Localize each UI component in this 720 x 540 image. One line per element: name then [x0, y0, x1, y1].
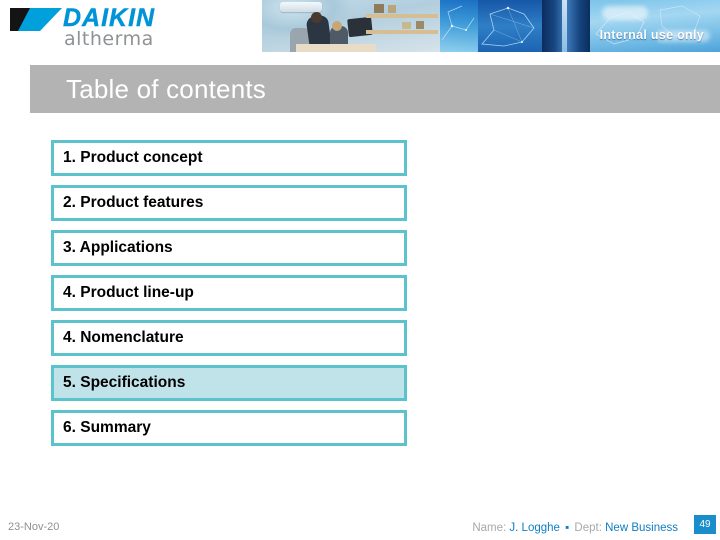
- banner-shelf-box: [374, 4, 384, 13]
- toc-item-3[interactable]: 3. Applications: [51, 230, 407, 266]
- toc-item-4[interactable]: 4. Product line-up: [51, 275, 407, 311]
- page-title: Table of contents: [66, 74, 266, 104]
- banner-monitor: [347, 16, 373, 38]
- daikin-altherma-logo: DAIKIN altherma: [8, 4, 188, 50]
- slide-title-bar: Table of contents: [30, 65, 720, 113]
- page-number-badge: 49: [694, 515, 716, 534]
- banner-network-lines-icon: [441, 5, 475, 41]
- table-of-contents-list: 1. Product concept 2. Product features 3…: [51, 140, 407, 455]
- footer-name-label: Name:: [472, 522, 507, 534]
- toc-item-6-active[interactable]: 5. Specifications: [51, 365, 407, 401]
- footer-dept-label: Dept:: [574, 522, 602, 534]
- banner-shelf-lower: [366, 30, 438, 34]
- toc-item-label: 6. Summary: [63, 419, 151, 436]
- toc-item-5[interactable]: 4. Nomenclature: [51, 320, 407, 356]
- toc-item-7[interactable]: 6. Summary: [51, 410, 407, 446]
- banner-sky-panel-left: [440, 0, 478, 52]
- toc-item-label: 4. Product line-up: [63, 284, 194, 301]
- banner-person-standing-head: [311, 12, 322, 23]
- toc-item-label: 4. Nomenclature: [63, 329, 184, 346]
- banner-shelf-box: [388, 5, 396, 13]
- footer-dept-value: New Business: [605, 522, 678, 534]
- banner-map-outline-icon: [595, 5, 701, 45]
- toc-item-label: 5. Specifications: [63, 374, 186, 391]
- banner-shelf-box: [402, 22, 411, 29]
- banner-office-photo: [262, 0, 440, 52]
- banner-shelf-box: [416, 21, 424, 29]
- banner-world-map-lines-icon: [481, 6, 535, 47]
- header-banner-image: [262, 0, 720, 52]
- footer-separator: ▪: [565, 522, 570, 534]
- toc-item-label: 2. Product features: [63, 194, 204, 211]
- daikin-arrow-mark-icon: [10, 8, 62, 31]
- banner-person-seated-head: [332, 21, 342, 31]
- footer-date: 23-Nov-20: [8, 521, 60, 533]
- footer-name-value: J. Logghe: [509, 522, 560, 534]
- toc-item-1[interactable]: 1. Product concept: [51, 140, 407, 176]
- logo-product-text: altherma: [64, 28, 154, 50]
- banner-air-conditioner: [280, 2, 322, 12]
- banner-shelf-upper: [366, 14, 438, 18]
- slide-header: DAIKIN altherma Internal use only: [0, 0, 720, 53]
- footer-author-info: Name: J. Logghe ▪ Dept: New Business: [472, 522, 678, 534]
- banner-building-photo: [542, 0, 590, 52]
- banner-desk: [296, 44, 376, 52]
- confidentiality-notice: Internal use only: [599, 28, 704, 42]
- toc-item-2[interactable]: 2. Product features: [51, 185, 407, 221]
- toc-item-label: 3. Applications: [63, 239, 173, 256]
- banner-building-highlight: [562, 0, 567, 52]
- toc-item-label: 1. Product concept: [63, 149, 203, 166]
- banner-sky-panel-right: [590, 0, 720, 52]
- banner-network-panel: [478, 0, 542, 52]
